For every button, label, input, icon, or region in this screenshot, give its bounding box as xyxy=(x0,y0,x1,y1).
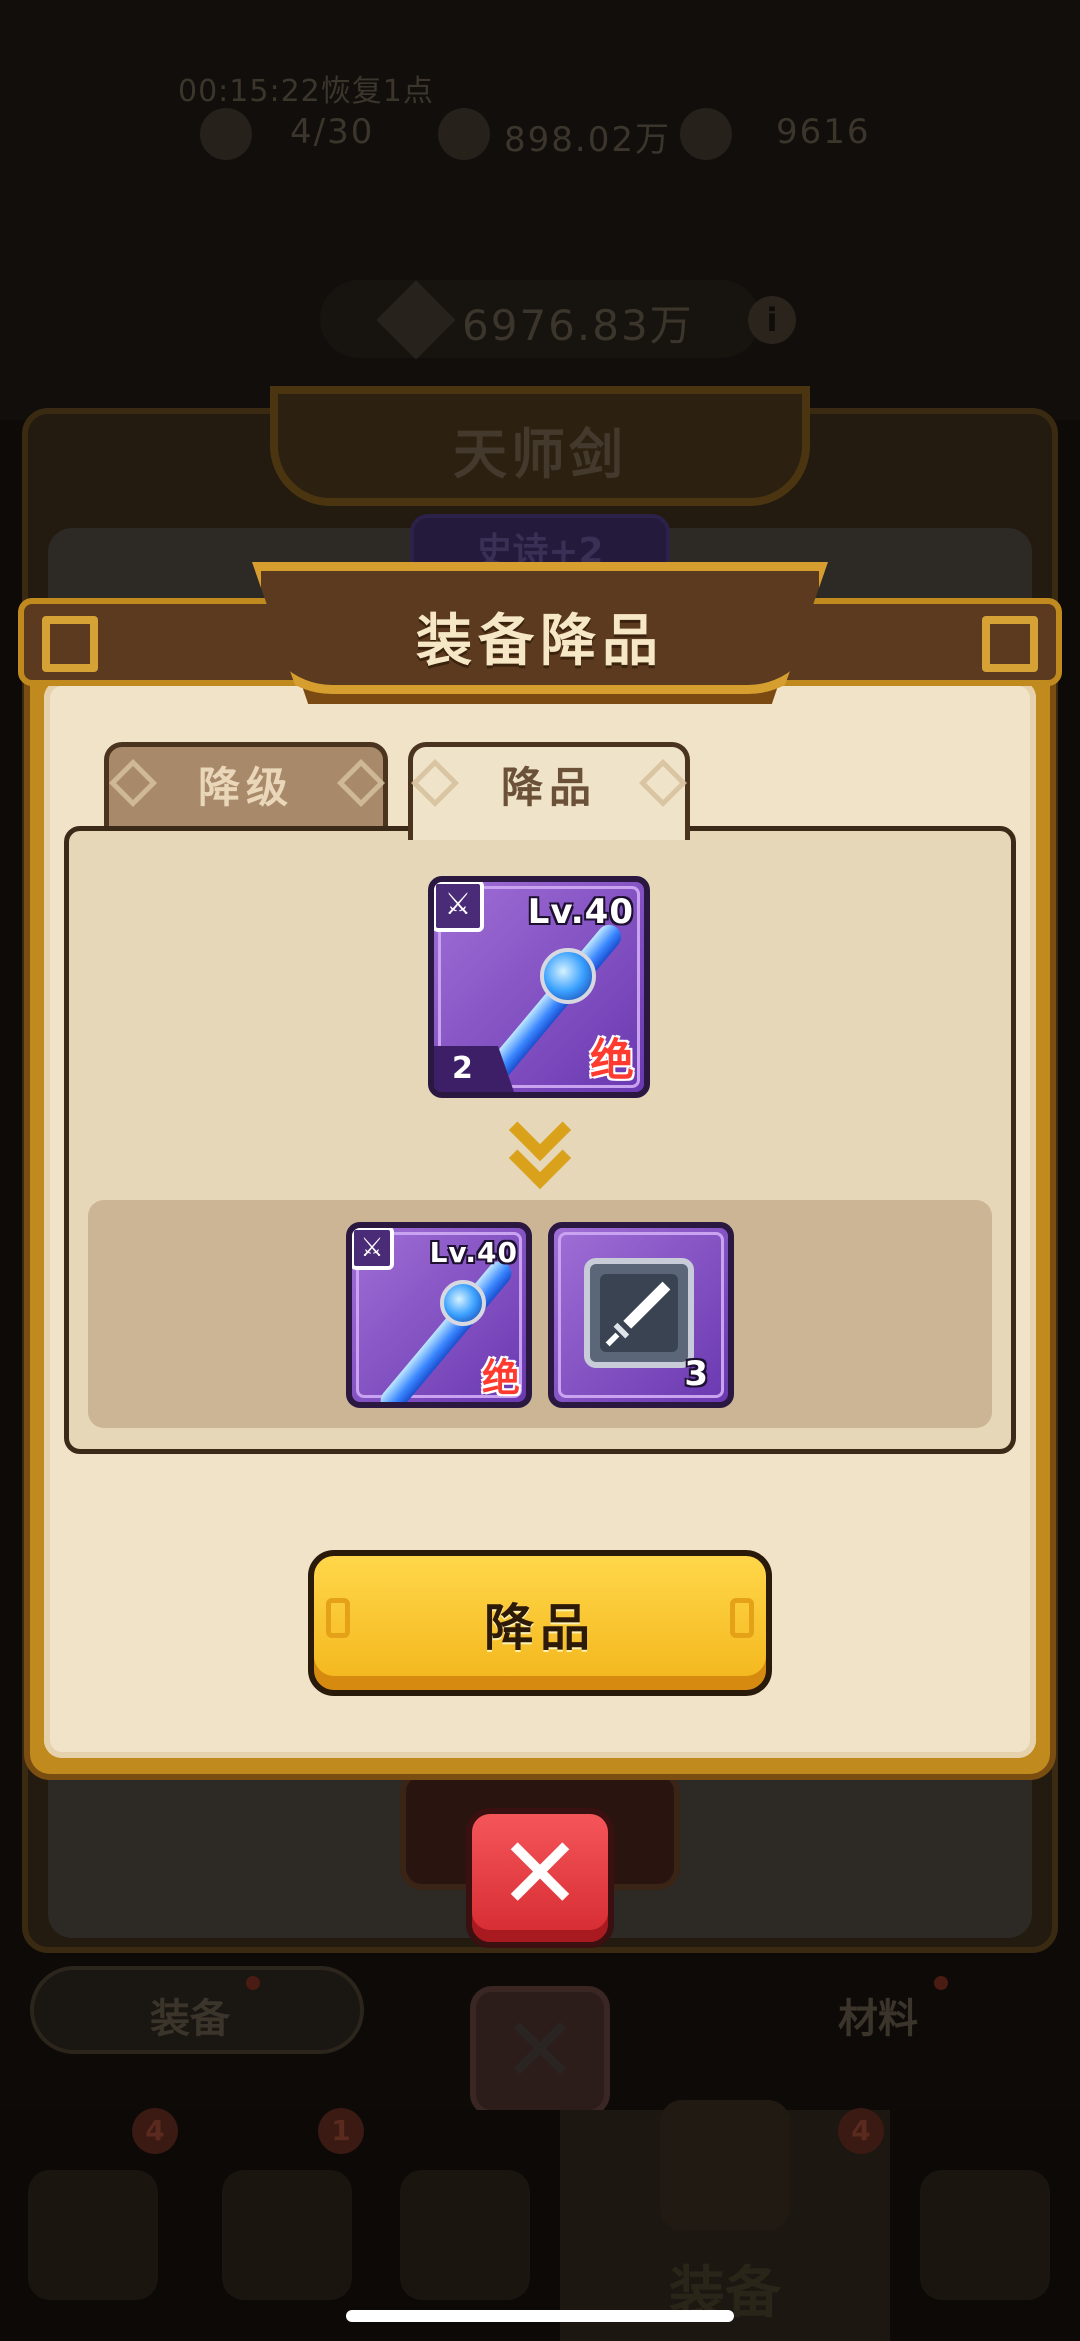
energy-icon xyxy=(200,108,252,160)
sword-icon: ⚔ xyxy=(434,882,484,932)
nav-badge: 4 xyxy=(132,2108,178,2154)
double-chevron-down-icon xyxy=(508,1098,572,1190)
gem-hilt-icon xyxy=(440,1280,486,1326)
result-item-level: Lv.40 xyxy=(429,1236,518,1269)
combat-power-value: 6976.83万 xyxy=(462,301,694,350)
bottom-tab-materials-label: 材料 xyxy=(838,1996,918,2042)
sword-icon xyxy=(605,1281,671,1347)
gem-icon xyxy=(680,108,732,160)
red-dot-icon xyxy=(246,1976,260,1990)
red-dot-icon xyxy=(934,1976,948,1990)
armor-icon xyxy=(660,2100,790,2230)
gem-value: 9616 xyxy=(776,112,871,152)
equipment-name: 天师剑 xyxy=(453,423,627,486)
underlying-close-icon: ✕ xyxy=(470,1986,610,2116)
hero-icon xyxy=(400,2170,530,2300)
result-equipment-card[interactable]: ⚔ Lv.40 绝 xyxy=(346,1222,532,1408)
dialog-title: 装备降品 xyxy=(416,609,664,674)
sword-icon: ⚔ xyxy=(352,1228,394,1270)
material-count: 3 xyxy=(684,1354,708,1394)
nav-badge: 4 xyxy=(838,2108,884,2154)
item-star-count: 2 xyxy=(452,1051,473,1086)
nav-badge: 1 xyxy=(318,2108,364,2154)
result-items-area xyxy=(88,1200,992,1428)
item-rank: 绝 xyxy=(590,1035,634,1086)
character-icon xyxy=(920,2170,1050,2300)
info-icon: i xyxy=(748,296,796,344)
source-item-card[interactable]: ⚔ Lv.40 2 绝 xyxy=(428,876,650,1098)
result-item-rank: 绝 xyxy=(481,1356,520,1400)
corner-ornament-icon xyxy=(982,616,1038,672)
gold-value: 898.02万 xyxy=(504,120,671,160)
bottom-tab-equipment-label: 装备 xyxy=(150,1996,230,2042)
item-level: Lv.40 xyxy=(527,892,634,932)
sword-material-icon xyxy=(584,1258,694,1368)
gold-coin-icon xyxy=(438,108,490,160)
treasure-chest-icon xyxy=(28,2170,158,2300)
weapons-rack-icon xyxy=(222,2170,352,2300)
energy-timer: 00:15:22恢复1点 xyxy=(178,74,434,109)
gem-hilt-icon xyxy=(540,948,596,1004)
result-material-card[interactable]: 3 xyxy=(548,1222,734,1408)
energy-value: 4/30 xyxy=(290,112,375,152)
downgrade-quality-label: 降品 xyxy=(484,1599,596,1657)
home-indicator[interactable] xyxy=(346,2310,734,2322)
close-icon[interactable]: ✕ xyxy=(466,1808,614,1948)
corner-ornament-icon xyxy=(42,616,98,672)
